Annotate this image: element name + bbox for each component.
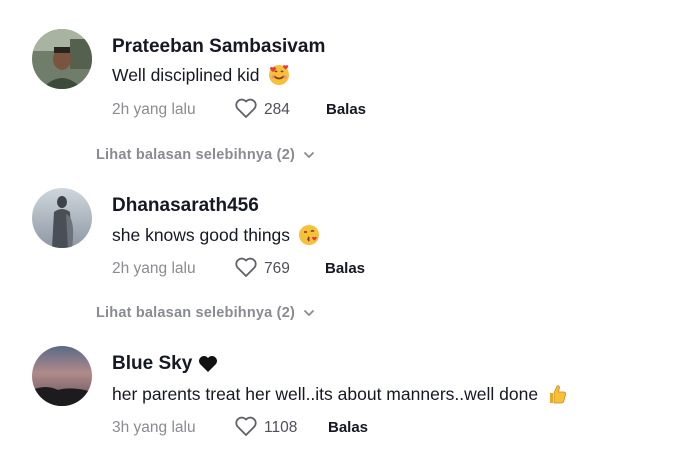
- comment-text: Well disciplined kid: [112, 64, 260, 85]
- comment-time: 2h yang lalu: [112, 260, 196, 277]
- face-blowing-kiss-icon: [299, 225, 320, 245]
- avatar[interactable]: [32, 29, 92, 89]
- reply-button[interactable]: Balas: [326, 101, 366, 118]
- heart-outline-icon[interactable]: [234, 415, 258, 437]
- comment-time: 2h yang lalu: [112, 101, 196, 118]
- view-more-replies-label: Lihat balasan selebihnya (2): [96, 305, 295, 321]
- comment-username[interactable]: Blue Sky: [112, 353, 192, 375]
- comment-text-row: she knows good things: [112, 224, 320, 246]
- comment-username-row: Blue Sky: [112, 353, 218, 375]
- view-more-replies-button[interactable]: Lihat balasan selebihnya (2): [96, 305, 315, 321]
- like-count: 769: [264, 260, 290, 277]
- avatar-image: [32, 29, 92, 89]
- reply-button[interactable]: Balas: [328, 419, 368, 436]
- avatar-image: [32, 188, 92, 248]
- comment-text-row: Well disciplined kid: [112, 64, 290, 86]
- comment-time: 3h yang lalu: [112, 419, 196, 436]
- comment-text: her parents treat her well..its about ma…: [112, 383, 539, 404]
- avatar[interactable]: [32, 346, 92, 406]
- smiling-face-with-hearts-icon: [268, 65, 289, 85]
- comment-text: she knows good things: [112, 224, 291, 245]
- view-more-replies-button[interactable]: Lihat balasan selebihnya (2): [96, 147, 315, 163]
- avatar-image: [32, 346, 92, 406]
- chevron-down-icon: [303, 309, 315, 317]
- heart-outline-icon[interactable]: [234, 256, 258, 278]
- comment-username[interactable]: Prateeban Sambasivam: [112, 36, 325, 58]
- reply-button[interactable]: Balas: [325, 260, 365, 277]
- like-count: 1108: [264, 419, 298, 436]
- like-count: 284: [264, 101, 290, 118]
- comment-text-row: her parents treat her well..its about ma…: [112, 383, 568, 405]
- black-heart-icon: [199, 356, 218, 372]
- heart-outline-icon[interactable]: [234, 97, 258, 119]
- avatar[interactable]: [32, 188, 92, 248]
- chevron-down-icon: [303, 151, 315, 159]
- comment-username[interactable]: Dhanasarath456: [112, 195, 259, 217]
- thumbs-up-icon: [550, 385, 567, 404]
- view-more-replies-label: Lihat balasan selebihnya (2): [96, 147, 295, 163]
